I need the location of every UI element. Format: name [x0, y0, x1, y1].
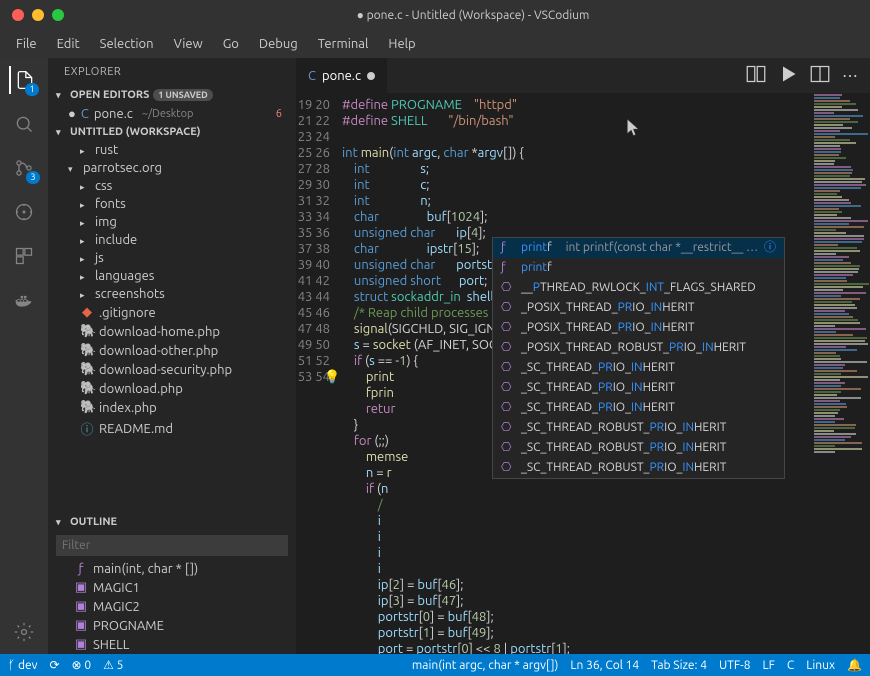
split-editor-icon[interactable]	[810, 64, 830, 88]
c-file-icon: C	[81, 107, 89, 121]
dirty-dot: ●	[68, 106, 76, 121]
error-count: 6	[276, 108, 288, 120]
settings-icon[interactable]	[10, 618, 38, 646]
outline-item[interactable]: ▣MAGIC2	[48, 597, 296, 616]
menu-edit[interactable]: Edit	[49, 33, 88, 55]
suggest-item[interactable]: ƒprintfint printf(const char *__restrict…	[493, 238, 784, 258]
menu-help[interactable]: Help	[380, 33, 423, 55]
more-icon[interactable]: ⋯	[842, 66, 858, 85]
lightbulb-icon[interactable]: 💡	[324, 369, 340, 385]
outline-item[interactable]: ƒmain(int, char * [])	[48, 560, 296, 578]
suggest-item[interactable]: ⎔_SC_THREAD_ROBUST_PRIO_INHERIT	[493, 418, 784, 438]
indent-selector[interactable]: Tab Size: 4	[651, 659, 707, 672]
docker-icon[interactable]	[10, 286, 38, 314]
notifications-icon[interactable]: 🔔	[847, 658, 862, 672]
unsaved-tag: 1 UNSAVED	[153, 89, 212, 101]
workspace-header[interactable]: UNTITLED (WORKSPACE)	[48, 123, 296, 141]
folder-rust[interactable]: rust	[48, 141, 296, 159]
activity-bar: 1 3	[0, 58, 48, 654]
branch-button[interactable]: ᚶ dev	[8, 659, 37, 672]
editor-tab[interactable]: C pone.c	[296, 58, 388, 93]
scm-badge: 3	[26, 171, 40, 184]
menu-view[interactable]: View	[166, 33, 211, 55]
outline-item[interactable]: ▣MAGIC1	[48, 578, 296, 597]
menu-selection[interactable]: Selection	[92, 33, 162, 55]
breadcrumb-status[interactable]: main(int argc, char * argv[])	[412, 659, 558, 672]
suggest-item[interactable]: ⎔_SC_THREAD_ROBUST_PRIO_INHERIT	[493, 458, 784, 478]
run-icon[interactable]	[778, 64, 798, 88]
file-download-other-php[interactable]: 🐘download-other.php	[48, 341, 296, 360]
problems-warnings[interactable]: ⚠ 5	[103, 658, 123, 672]
menu-file[interactable]: File	[8, 33, 45, 55]
explorer-badge: 1	[25, 83, 39, 96]
titlebar: ● pone.c - Untitled (Workspace) - VSCodi…	[0, 0, 870, 30]
sidebar: EXPLORER OPEN EDITORS 1 UNSAVED ● C pone…	[48, 58, 296, 654]
explorer-icon[interactable]: 1	[9, 66, 37, 94]
file-download-home-php[interactable]: 🐘download-home.php	[48, 322, 296, 341]
problems-errors[interactable]: ⊗ 0	[72, 658, 92, 672]
folder-parrotsec-org[interactable]: parrotsec.org	[48, 159, 296, 177]
extensions-icon[interactable]	[10, 242, 38, 270]
suggest-item[interactable]: ƒprintf	[493, 258, 784, 278]
tab-bar: C pone.c ⋯	[296, 58, 870, 93]
eol-selector[interactable]: LF	[762, 659, 774, 672]
file-download-security-php[interactable]: 🐘download-security.php	[48, 360, 296, 379]
intellisense-popup[interactable]: ƒprintfint printf(const char *__restrict…	[492, 237, 785, 479]
suggest-item[interactable]: ⎔_SC_THREAD_PRIO_INHERIT	[493, 398, 784, 418]
suggest-item[interactable]: ⎔_POSIX_THREAD_PRIO_INHERIT	[493, 298, 784, 318]
folder-img[interactable]: img	[48, 213, 296, 231]
folder-fonts[interactable]: fonts	[48, 195, 296, 213]
minimap[interactable]	[810, 93, 870, 654]
source-control-icon[interactable]: 3	[10, 154, 38, 182]
suggest-item[interactable]: ⎔_SC_THREAD_PRIO_INHERIT	[493, 378, 784, 398]
debug-icon[interactable]	[10, 198, 38, 226]
menubar: FileEditSelectionViewGoDebugTerminalHelp	[0, 30, 870, 58]
encoding-selector[interactable]: UTF-8	[719, 659, 750, 672]
file-README-md[interactable]: ⓘREADME.md	[48, 417, 296, 440]
minimize-window[interactable]	[32, 9, 44, 21]
folder-screenshots[interactable]: screenshots	[48, 285, 296, 303]
file--gitignore[interactable]: ◆.gitignore	[48, 303, 296, 322]
suggest-item[interactable]: ⎔_POSIX_THREAD_PRIO_INHERIT	[493, 318, 784, 338]
search-icon[interactable]	[10, 110, 38, 138]
c-file-icon: C	[308, 69, 316, 83]
window-title: ● pone.c - Untitled (Workspace) - VSCodi…	[76, 8, 870, 22]
maximize-window[interactable]	[52, 9, 64, 21]
folder-css[interactable]: css	[48, 177, 296, 195]
os-indicator: Linux	[806, 659, 835, 672]
outline-filter-input[interactable]	[56, 535, 288, 556]
suggest-item[interactable]: ⎔_SC_THREAD_ROBUST_PRIO_INHERIT	[493, 438, 784, 458]
file-download-php[interactable]: 🐘download.php	[48, 379, 296, 398]
status-bar: ᚶ dev ⟳ ⊗ 0 ⚠ 5 main(int argc, char * ar…	[0, 654, 870, 676]
menu-terminal[interactable]: Terminal	[310, 33, 377, 55]
outline-item[interactable]: ▣PROGNAME	[48, 616, 296, 635]
menu-debug[interactable]: Debug	[251, 33, 306, 55]
close-window[interactable]	[12, 9, 24, 21]
window-controls	[0, 9, 76, 21]
open-editor-item[interactable]: ● C pone.c ~/Desktop 6	[48, 104, 296, 123]
language-selector[interactable]: C	[787, 659, 794, 672]
cursor-position[interactable]: Ln 36, Col 14	[570, 659, 639, 672]
folder-include[interactable]: include	[48, 231, 296, 249]
outline-header[interactable]: OUTLINE	[48, 513, 296, 531]
suggest-item[interactable]: ⎔_SC_THREAD_PRIO_INHERIT	[493, 358, 784, 378]
file-index-php[interactable]: 🐘index.php	[48, 398, 296, 417]
suggest-item[interactable]: ⎔_POSIX_THREAD_ROBUST_PRIO_INHERIT	[493, 338, 784, 358]
open-editors-header[interactable]: OPEN EDITORS 1 UNSAVED	[48, 86, 296, 104]
suggest-item[interactable]: ⎔__PTHREAD_RWLOCK_INT_FLAGS_SHARED	[493, 278, 784, 298]
sidebar-title: EXPLORER	[48, 58, 296, 86]
code-area[interactable]: 19 20 21 22 23 24 25 26 27 28 29 30 31 3…	[296, 93, 870, 654]
editor: C pone.c ⋯ 19 20 21 22 23 24 25 26 27 28…	[296, 58, 870, 654]
modified-indicator-icon	[367, 72, 375, 80]
sync-button[interactable]: ⟳	[49, 658, 59, 672]
outline-item[interactable]: ▣SHELL	[48, 635, 296, 654]
split-compare-icon[interactable]	[746, 64, 766, 88]
folder-js[interactable]: js	[48, 249, 296, 267]
folder-languages[interactable]: languages	[48, 267, 296, 285]
menu-go[interactable]: Go	[215, 33, 247, 55]
